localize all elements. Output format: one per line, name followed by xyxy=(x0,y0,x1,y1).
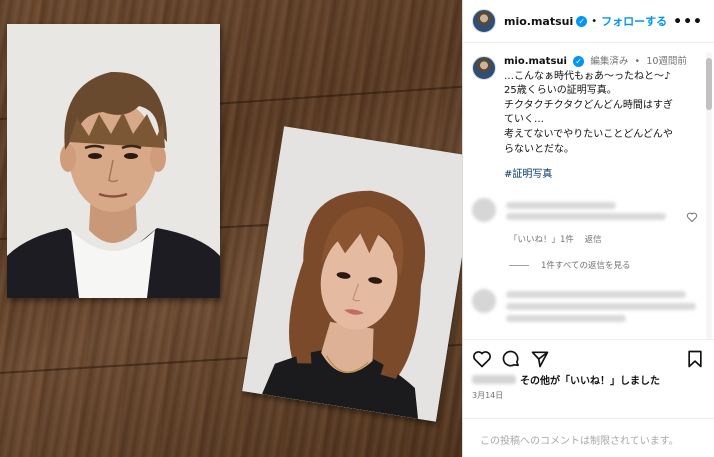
comment-likes[interactable]: 「いいね！」1件 xyxy=(509,235,574,245)
blurred-comment-text xyxy=(506,315,626,322)
caption-line: ていく… xyxy=(504,114,544,126)
blurred-username xyxy=(472,375,516,384)
comment-heart-icon[interactable] xyxy=(686,211,698,223)
caption-line: 25歳くらいの証明写真。 xyxy=(504,85,617,97)
heart-icon[interactable] xyxy=(472,349,492,369)
id-photo-man xyxy=(7,24,220,298)
paper-plane-icon[interactable] xyxy=(530,349,550,369)
comment-meta: 「いいね！」1件 返信 xyxy=(509,233,610,245)
follow-button[interactable]: フォローする xyxy=(601,13,667,29)
caption-line: 考えてないでやりたいことどんどんや xyxy=(504,128,673,140)
blurred-username xyxy=(506,202,616,209)
id-photo-woman xyxy=(242,126,462,422)
post-image[interactable] xyxy=(0,0,462,457)
comment-item xyxy=(472,285,704,335)
caption-line: …こんなぁ時代もぉあ〜ったねと〜♪ xyxy=(504,70,671,82)
caption-separator: • xyxy=(634,56,641,67)
verified-badge-icon: ✓ xyxy=(573,56,585,67)
hashtag-link[interactable]: #証明写真 xyxy=(504,168,687,183)
comments-disabled-notice: この投稿へのコメントは制限されています。 xyxy=(463,418,714,457)
post-date[interactable]: 3月14日 xyxy=(472,390,503,401)
header-separator: • xyxy=(591,15,598,27)
blurred-comment-text xyxy=(506,213,666,220)
more-options-icon[interactable]: ••• xyxy=(673,14,703,30)
caption-line: らないとだな。 xyxy=(504,143,574,155)
view-replies-label: 1件すべての返信を見る xyxy=(541,261,631,271)
divider xyxy=(509,264,529,266)
scrollbar-thumb[interactable] xyxy=(706,58,712,110)
avatar[interactable] xyxy=(472,9,496,33)
caption: mio.matsui ✓ 編集済み • 10週間前 …こんなぁ時代もぉあ〜ったね… xyxy=(472,55,704,183)
reply-button[interactable]: 返信 xyxy=(585,235,602,245)
avatar[interactable] xyxy=(472,198,496,222)
edited-label: 編集済み xyxy=(590,56,629,67)
header-username[interactable]: mio.matsui xyxy=(504,15,573,28)
avatar[interactable] xyxy=(472,289,496,313)
avatar[interactable] xyxy=(472,56,496,80)
likes-text: その他が「いいね！」しました xyxy=(520,376,660,387)
post-sidebar: mio.matsui ✓ • フォローする ••• mio.matsui ✓ 編… xyxy=(462,0,714,457)
verified-badge-icon: ✓ xyxy=(576,15,588,27)
caption-line: チクタクチクタクどんどん時間はすぎ xyxy=(504,99,673,111)
blurred-comment-text xyxy=(506,291,686,298)
comment-bubble-icon[interactable] xyxy=(501,349,521,369)
time-ago[interactable]: 10週間前 xyxy=(646,56,687,67)
action-bar xyxy=(463,339,714,375)
view-replies-button[interactable]: 1件すべての返信を見る xyxy=(509,259,630,271)
post-header: mio.matsui ✓ • フォローする ••• xyxy=(463,0,714,43)
blurred-comment-text xyxy=(506,303,696,310)
bookmark-icon[interactable] xyxy=(685,349,705,369)
likes-summary[interactable]: その他が「いいね！」しました xyxy=(472,372,660,387)
caption-username[interactable]: mio.matsui xyxy=(504,56,567,67)
